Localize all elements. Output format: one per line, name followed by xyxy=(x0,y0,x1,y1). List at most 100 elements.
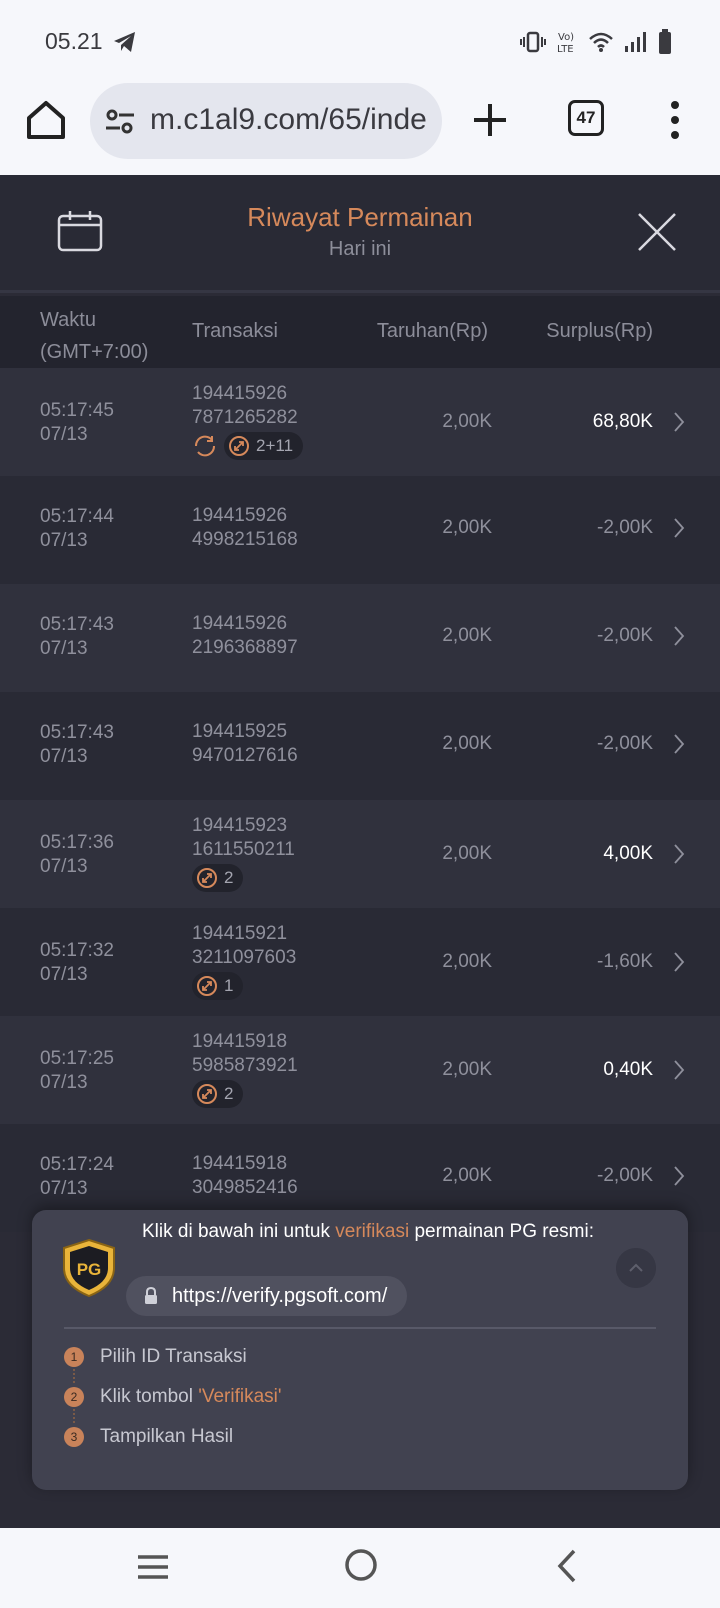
verify-highlight: verifikasi xyxy=(335,1221,410,1242)
row-surplus: -2,00K xyxy=(597,517,653,538)
free-spin-icon xyxy=(229,436,249,456)
url-text[interactable]: m.c1al9.com/65/inde xyxy=(150,103,427,137)
row-time: 05:17:43 07/13 xyxy=(40,613,114,661)
free-spin-icon xyxy=(197,1084,217,1104)
tabs-button[interactable]: 47 xyxy=(568,100,604,136)
close-icon[interactable] xyxy=(636,211,678,253)
chevron-right-icon[interactable] xyxy=(672,625,686,647)
pg-shield-logo: PG xyxy=(63,1238,115,1298)
chevron-right-icon[interactable] xyxy=(672,1165,686,1187)
row-bet: 2,00K xyxy=(442,733,492,754)
status-icons: Vo) LTE xyxy=(520,28,672,56)
row-transaction[interactable]: 194415918 5985873921 2 xyxy=(192,1030,298,1108)
vibrate-icon xyxy=(520,31,546,53)
badge-count: 2 xyxy=(224,1084,234,1103)
transaction-id-part2: 5985873921 xyxy=(192,1055,298,1076)
transaction-id-part1: 194415926 xyxy=(192,613,288,634)
row-time-value: 05:17:32 xyxy=(40,940,114,961)
table-row[interactable]: 05:17:43 07/13 194415925 9470127616 2,00K -2,… xyxy=(0,692,720,800)
collapse-chevron-icon[interactable] xyxy=(616,1248,656,1288)
back-icon[interactable] xyxy=(556,1548,578,1584)
row-badges: 1 xyxy=(192,972,296,1000)
transaction-id-part1: 194415926 xyxy=(192,383,288,404)
more-vert-icon[interactable] xyxy=(664,100,686,140)
svg-text:Vo): Vo) xyxy=(558,32,574,43)
transaction-id-part2: 1611550211 xyxy=(192,839,295,860)
transaction-id-part1: 194415918 xyxy=(192,1153,288,1174)
free-spin-badge: 1 xyxy=(192,972,244,1000)
home-icon[interactable] xyxy=(24,98,68,142)
column-bet: Taruhan(Rp) xyxy=(376,320,488,342)
row-surplus: 4,00K xyxy=(603,843,653,864)
row-badges: 2 xyxy=(192,1080,298,1108)
table-row[interactable]: 05:17:45 07/13 194415926 7871265282 2+11 2,00… xyxy=(0,368,720,476)
transaction-id-part1: 194415925 xyxy=(192,721,288,742)
free-spin-badge: 2 xyxy=(192,1080,244,1108)
row-time-value: 05:17:36 xyxy=(40,832,114,853)
recents-icon[interactable] xyxy=(136,1552,170,1582)
row-transaction[interactable]: 194415926 7871265282 2+11 xyxy=(192,382,304,460)
row-date-value: 07/13 xyxy=(40,638,88,659)
row-transaction[interactable]: 194415923 1611550211 2 xyxy=(192,814,295,892)
transaction-id-part1: 194415926 xyxy=(192,505,288,526)
transaction-id-part1: 194415923 xyxy=(192,815,288,836)
row-date-value: 07/13 xyxy=(40,424,88,445)
row-surplus: -2,00K xyxy=(597,625,653,646)
row-transaction[interactable]: 194415918 3049852416 xyxy=(192,1152,298,1200)
row-bet: 2,00K xyxy=(442,517,492,538)
telegram-icon xyxy=(114,32,135,52)
system-nav-bar xyxy=(0,1528,720,1608)
site-settings-icon[interactable] xyxy=(104,107,136,137)
chevron-right-icon[interactable] xyxy=(672,517,686,539)
row-bet: 2,00K xyxy=(442,951,492,972)
step-text: Tampilkan Hasil xyxy=(100,1426,234,1447)
row-surplus: -2,00K xyxy=(597,733,653,754)
transaction-id-part2: 2196368897 xyxy=(192,637,298,658)
transaction-id-part2: 4998215168 xyxy=(192,529,298,550)
wifi-icon xyxy=(589,32,613,52)
row-badges: 2 xyxy=(192,864,295,892)
row-transaction[interactable]: 194415926 2196368897 xyxy=(192,612,298,660)
row-surplus: -1,60K xyxy=(597,951,653,972)
address-bar[interactable]: m.c1al9.com/65/inde xyxy=(90,83,442,159)
refresh-icon xyxy=(194,435,216,457)
verify-url-link[interactable]: https://verify.pgsoft.com/ xyxy=(126,1276,408,1316)
pg-logo-text: PG xyxy=(77,1260,102,1279)
chevron-right-icon[interactable] xyxy=(672,1059,686,1081)
page-subtitle: Hari ini xyxy=(328,238,392,260)
chevron-right-icon[interactable] xyxy=(672,411,686,433)
row-time-value: 05:17:45 xyxy=(40,400,114,421)
step-text: Klik tombol xyxy=(100,1386,199,1407)
home-circle-icon[interactable] xyxy=(344,1548,378,1582)
row-transaction[interactable]: 194415926 4998215168 xyxy=(192,504,298,552)
table-row[interactable]: 05:17:32 07/13 194415921 3211097603 1 2,00K -1… xyxy=(0,908,720,1016)
row-time-value: 05:17:43 xyxy=(40,614,114,635)
row-transaction[interactable]: 194415921 3211097603 1 xyxy=(192,922,296,1000)
table-row[interactable]: 05:17:43 07/13 194415926 2196368897 2,00K -2,… xyxy=(0,584,720,692)
table-row[interactable]: 05:17:44 07/13 194415926 4998215168 2,00K -2,… xyxy=(0,476,720,584)
chevron-right-icon[interactable] xyxy=(672,843,686,865)
row-time-value: 05:17:43 xyxy=(40,722,114,743)
chevron-right-icon[interactable] xyxy=(672,733,686,755)
verify-message: Klik di bawah ini untuk verifikasi perma… xyxy=(142,1220,612,1244)
battery-icon xyxy=(659,29,671,54)
row-transaction[interactable]: 194415925 9470127616 xyxy=(192,720,298,768)
row-bet: 2,00K xyxy=(442,625,492,646)
transaction-id-part2: 7871265282 xyxy=(192,407,298,428)
table-row[interactable]: 05:17:36 07/13 194415923 1611550211 2 2,00K 4,… xyxy=(0,800,720,908)
row-time: 05:17:44 07/13 xyxy=(40,505,114,553)
row-date-value: 07/13 xyxy=(40,964,88,985)
status-time: 05.21 xyxy=(45,28,103,54)
volte-icon: Vo) LTE xyxy=(557,32,574,54)
chevron-right-icon[interactable] xyxy=(672,951,686,973)
row-surplus: 0,40K xyxy=(603,1059,653,1080)
browser-toolbar: m.c1al9.com/65/inde 47 xyxy=(0,80,720,175)
step-highlight: 'Verifikasi' xyxy=(198,1386,282,1407)
plus-icon[interactable] xyxy=(470,100,510,140)
row-time-value: 05:17:44 xyxy=(40,506,114,527)
table-row[interactable]: 05:17:25 07/13 194415918 5985873921 2 2,00K 0,… xyxy=(0,1016,720,1124)
transaction-id-part1: 194415918 xyxy=(192,1031,288,1052)
row-time: 05:17:25 07/13 xyxy=(40,1047,114,1095)
verify-url-text[interactable]: https://verify.pgsoft.com/ xyxy=(172,1285,387,1307)
column-surplus: Surplus(Rp) xyxy=(546,320,653,342)
